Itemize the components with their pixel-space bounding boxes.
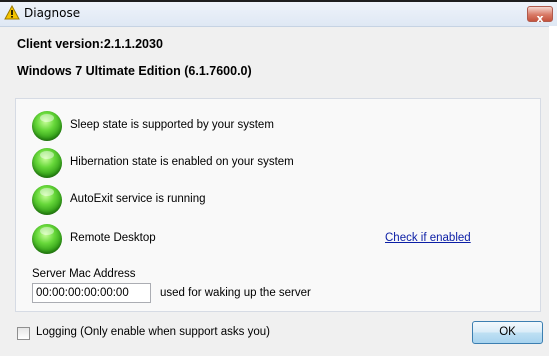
logging-checkbox[interactable] [17, 327, 30, 340]
window-edge [549, 26, 557, 356]
server-mac-input[interactable] [32, 283, 151, 303]
diagnose-dialog: Diagnose x Client version:2.1.1.2030 Win… [0, 0, 557, 356]
server-mac-hint: used for waking up the server [160, 287, 311, 299]
window-title: Diagnose [24, 6, 81, 20]
status-row-remote-desktop: Remote Desktop Check if enabled [16, 224, 540, 258]
client-version-label: Client version:2.1.1.2030 [17, 37, 163, 51]
status-ok-icon [32, 148, 62, 178]
status-label: Remote Desktop [70, 232, 156, 244]
status-row-hibernation: Hibernation state is enabled on your sys… [16, 148, 540, 182]
status-label: AutoExit service is running [70, 193, 206, 205]
server-mac-label: Server Mac Address [32, 268, 136, 280]
close-button[interactable]: x [527, 6, 553, 25]
logging-label[interactable]: Logging (Only enable when support asks y… [36, 326, 270, 338]
status-row-sleep: Sleep state is supported by your system [16, 111, 540, 145]
status-label: Sleep state is supported by your system [70, 119, 274, 131]
status-ok-icon [32, 224, 62, 254]
check-if-enabled-link[interactable]: Check if enabled [385, 232, 471, 244]
warning-icon [4, 5, 20, 20]
os-version-label: Windows 7 Ultimate Edition (6.1.7600.0) [17, 64, 252, 78]
close-icon: x [536, 12, 544, 25]
title-bar[interactable]: Diagnose x [0, 2, 557, 27]
ok-button[interactable]: OK [472, 321, 543, 344]
status-panel: Sleep state is supported by your system … [15, 98, 541, 312]
status-ok-icon [32, 111, 62, 141]
status-row-autoexit: AutoExit service is running [16, 185, 540, 219]
status-ok-icon [32, 185, 62, 215]
status-label: Hibernation state is enabled on your sys… [70, 156, 294, 168]
